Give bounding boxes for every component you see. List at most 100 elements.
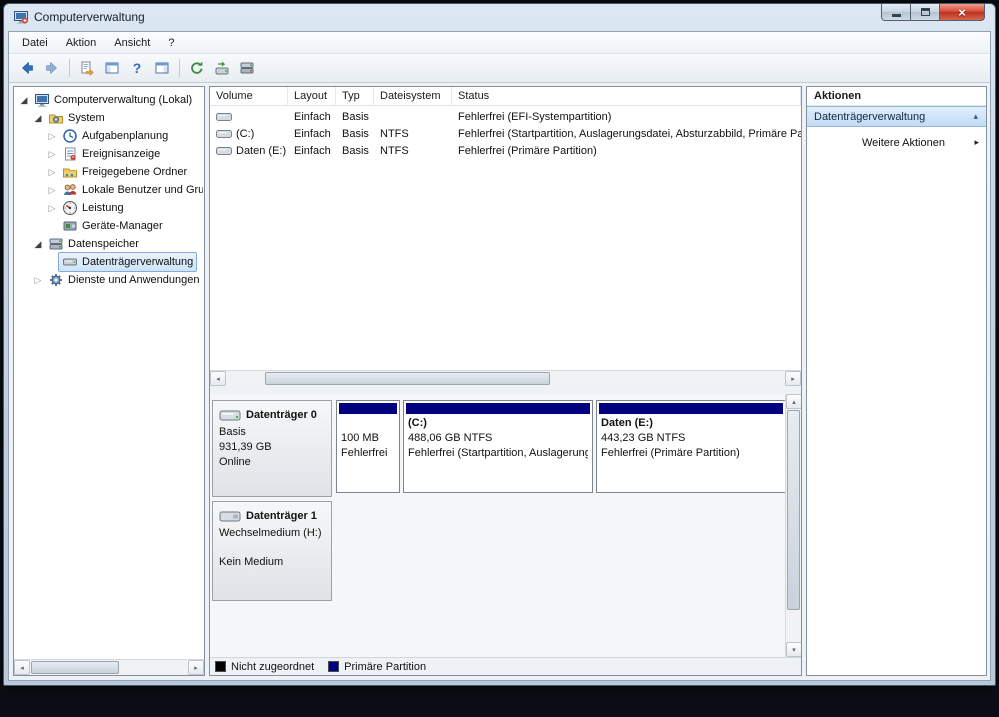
console-tree-toggle-icon[interactable]: [100, 56, 124, 80]
tree-item-dienste[interactable]: ▷ Dienste und Anwendungen: [14, 271, 204, 289]
tree-scrollbar-thumb[interactable]: [31, 661, 119, 674]
volume-status: Fehlerfrei (EFI-Systempartition): [458, 110, 612, 123]
expand-icon[interactable]: ▷: [46, 184, 58, 196]
title-bar[interactable]: Computerverwaltung ×: [4, 4, 995, 31]
tree-item-aufgabenplanung[interactable]: ▷ Aufgabenplanung: [14, 127, 204, 145]
tree-item-leistung[interactable]: ▷ Leistung: [14, 199, 204, 217]
rescan-disks-icon[interactable]: [210, 56, 234, 80]
expand-icon[interactable]: ▷: [46, 148, 58, 160]
scroll-down-arrow[interactable]: ▾: [786, 642, 801, 657]
menu-hilfe[interactable]: ?: [159, 34, 183, 52]
scroll-right-arrow[interactable]: ▸: [785, 371, 801, 386]
volume-typ: Basis: [342, 127, 369, 140]
toolbar-separator: [179, 59, 180, 77]
shared-folders-icon: [62, 164, 78, 180]
tree-item-system[interactable]: ◢ System: [14, 109, 204, 127]
primary-partition-color-swatch: [328, 661, 340, 672]
tree-item-label: Lokale Benutzer und Gruppen: [82, 184, 204, 196]
volume-layout: Einfach: [294, 127, 331, 140]
partition-c[interactable]: (C:) 488,06 GB NTFS Fehlerfrei (Startpar…: [403, 400, 593, 493]
disk-media-type: Wechselmedium (H:): [219, 527, 322, 539]
client-area: Datei Aktion Ansicht ? ? ◢ Computerverwa…: [8, 31, 991, 681]
expand-icon[interactable]: ▷: [46, 166, 58, 178]
tree-item-ereignisanzeige[interactable]: ▷ Ereignisanzeige: [14, 145, 204, 163]
disk-1-info-box[interactable]: Datenträger 1 Wechselmedium (H:) Kein Me…: [212, 501, 332, 601]
legend-primary-partition: Primäre Partition: [328, 661, 426, 673]
disk-drive-icon: [219, 407, 241, 423]
volume-row-daten-e[interactable]: Daten (E:) Einfach Basis NTFS Fehlerfrei…: [210, 142, 801, 159]
partition-daten-e[interactable]: Daten (E:) 443,23 GB NTFS Fehlerfrei (Pr…: [596, 400, 786, 493]
partition-color-bar-primary: [599, 403, 783, 414]
tree-item-label: Computerverwaltung (Lokal): [54, 94, 193, 106]
disk-view-scrollbar-thumb[interactable]: [787, 410, 800, 610]
help-icon[interactable]: ?: [125, 56, 149, 80]
tree-item-datentraegerverwaltung[interactable]: Datenträgerverwaltung: [14, 252, 204, 272]
volume-name: (C:): [236, 127, 255, 140]
refresh-icon[interactable]: [185, 56, 209, 80]
storage-icon: [48, 236, 64, 252]
expand-icon[interactable]: ▷: [46, 130, 58, 142]
content-area: ◢ Computerverwaltung (Lokal) ◢ System ▷ …: [9, 83, 990, 680]
forward-button[interactable]: [40, 56, 64, 80]
unallocated-color-swatch: [215, 661, 226, 672]
expand-icon[interactable]: ▷: [32, 274, 44, 286]
partition-size: 488,06 GB NTFS: [408, 432, 493, 444]
minimize-button[interactable]: [881, 4, 911, 21]
column-header-layout[interactable]: Layout: [288, 87, 336, 106]
console-tree-pane: ◢ Computerverwaltung (Lokal) ◢ System ▷ …: [13, 86, 205, 676]
menu-datei[interactable]: Datei: [13, 34, 57, 52]
volume-layout: Einfach: [294, 144, 331, 157]
column-header-volume[interactable]: Volume: [210, 87, 288, 106]
tree-item-freigegebene-ordner[interactable]: ▷ Freigegebene Ordner: [14, 163, 204, 181]
tree-item-geraete-manager[interactable]: Geräte-Manager: [14, 217, 204, 235]
system-tools-icon: [48, 110, 64, 126]
event-viewer-icon: [62, 146, 78, 162]
tree-item-label: Ereignisanzeige: [82, 148, 161, 160]
tree-item-datenspeicher[interactable]: ◢ Datenspeicher: [14, 235, 204, 253]
tree-item-computerverwaltung[interactable]: ◢ Computerverwaltung (Lokal): [14, 91, 204, 109]
column-header-typ[interactable]: Typ: [336, 87, 374, 106]
actions-section-datentraegerverwaltung[interactable]: Datenträgerverwaltung ▴: [807, 106, 986, 127]
export-list-icon[interactable]: [75, 56, 99, 80]
disk-properties-icon[interactable]: [235, 56, 259, 80]
tree-item-lokale-benutzer[interactable]: ▷ Lokale Benutzer und Gruppen: [14, 181, 204, 199]
disk-view-vertical-scrollbar[interactable]: ▴ ▾: [785, 394, 801, 657]
pane-splitter[interactable]: [210, 386, 801, 394]
scroll-up-arrow[interactable]: ▴: [786, 394, 801, 409]
collapse-icon[interactable]: ◢: [18, 94, 30, 106]
volume-row-efi[interactable]: Einfach Basis Fehlerfrei (EFI-Systempart…: [210, 108, 801, 125]
volume-list-horizontal-scrollbar[interactable]: ◂ ▸: [210, 370, 801, 386]
expand-icon[interactable]: ▷: [46, 202, 58, 214]
collapse-icon[interactable]: ◢: [32, 112, 44, 124]
scroll-left-arrow[interactable]: ◂: [210, 371, 226, 386]
disk-0-info-box[interactable]: Datenträger 0 Basis 931,39 GB Online: [212, 400, 332, 497]
maximize-button[interactable]: [911, 4, 939, 21]
computer-management-icon: [34, 92, 50, 108]
menu-aktion[interactable]: Aktion: [57, 34, 106, 52]
tree-item-label: Dienste und Anwendungen: [68, 274, 200, 286]
menu-ansicht[interactable]: Ansicht: [105, 34, 159, 52]
partition-name: [341, 417, 395, 432]
window-controls: ×: [881, 4, 985, 21]
collapse-icon[interactable]: ◢: [32, 238, 44, 250]
column-header-dateisystem[interactable]: Dateisystem: [374, 87, 452, 106]
scroll-right-arrow[interactable]: ▸: [188, 660, 204, 675]
tree-item-label: Geräte-Manager: [82, 220, 163, 232]
partition-efi[interactable]: 100 MB Fehlerfrei: [336, 400, 400, 493]
volume-row-c[interactable]: (C:) Einfach Basis NTFS Fehlerfrei (Star…: [210, 125, 801, 142]
tree-horizontal-scrollbar[interactable]: ◂ ▸: [14, 659, 204, 675]
collapse-chevron-icon[interactable]: ▴: [973, 111, 978, 122]
volume-list-scrollbar-thumb[interactable]: [265, 372, 550, 385]
close-button[interactable]: ×: [939, 4, 985, 21]
partition-status: Fehlerfrei: [341, 447, 388, 459]
back-button[interactable]: [15, 56, 39, 80]
disk-type: Basis: [219, 426, 246, 438]
disk-management-view: Volume Layout Typ Dateisystem Status Ein…: [209, 86, 802, 676]
column-header-status[interactable]: Status: [452, 87, 801, 106]
weitere-aktionen-item[interactable]: Weitere Aktionen ▸: [807, 132, 986, 153]
disk-size: 931,39 GB: [219, 441, 272, 453]
action-pane-toggle-icon[interactable]: [150, 56, 174, 80]
partition-legend: Nicht zugeordnet Primäre Partition: [210, 657, 801, 675]
scroll-left-arrow[interactable]: ◂: [14, 660, 30, 675]
disk-name: Datenträger 0: [246, 409, 317, 421]
